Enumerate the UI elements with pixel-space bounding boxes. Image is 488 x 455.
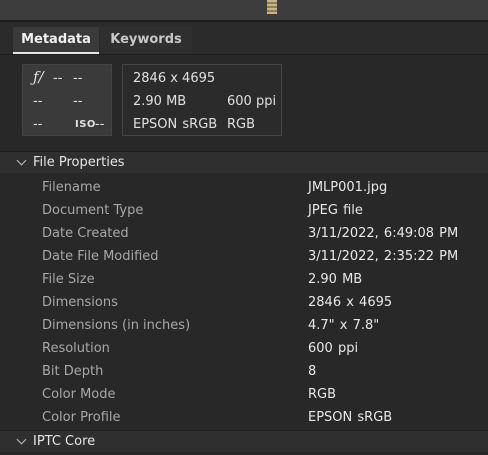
property-row-dimensions: Dimensions 2846 x 4695 (0, 291, 488, 314)
property-row-document-type: Document Type JPEG file (0, 199, 488, 222)
property-label: Dimensions (in inches) (42, 318, 191, 333)
property-row-dimensions-inches: Dimensions (in inches) 4.7" x 7.8" (0, 314, 488, 337)
panel-tab-bar: Metadata Keywords (0, 22, 488, 55)
camera-data-box: ƒ/ -- -- -- -- -- ISO -- (22, 64, 112, 136)
property-label: Date File Modified (42, 249, 159, 264)
focal-length-value: -- (73, 94, 83, 109)
property-row-color-profile: Color Profile EPSON sRGB (0, 406, 488, 429)
property-row-date-created: Date Created 3/11/2022, 6:49:08 PM (0, 222, 488, 245)
property-value[interactable]: EPSON sRGB (308, 409, 392, 426)
summary-color-profile: EPSON sRGB (133, 117, 218, 132)
property-value[interactable]: 2846 x 4695 (308, 294, 392, 311)
section-title: IPTC Core (33, 434, 96, 449)
metadata-panel: Metadata Keywords ƒ/ -- -- -- -- -- ISO … (0, 0, 488, 455)
property-value[interactable]: 600 ppi (308, 340, 358, 357)
summary-color-mode: RGB (227, 117, 256, 132)
shutter-value: -- (73, 71, 83, 86)
property-row-filename: Filename JMLP001.jpg (0, 176, 488, 199)
section-title: File Properties (33, 155, 125, 170)
property-label: Date Created (42, 226, 129, 241)
exposure-bias-value: -- (33, 94, 43, 109)
iso-value: -- (95, 117, 105, 132)
property-label: Color Profile (42, 410, 121, 425)
property-value[interactable]: RGB (308, 386, 336, 403)
property-label: Color Mode (42, 387, 116, 402)
white-balance-value: -- (33, 117, 43, 132)
iso-icon: ISO (75, 119, 96, 130)
property-label: Dimensions (42, 295, 118, 310)
tab-keywords[interactable]: Keywords (100, 27, 192, 54)
property-value[interactable]: 2.90 MB (308, 271, 362, 288)
property-row-color-mode: Color Mode RGB (0, 383, 488, 406)
property-row-file-size: File Size 2.90 MB (0, 268, 488, 291)
summary-dimensions: 2846 x 4695 (133, 71, 216, 86)
property-value[interactable]: 3/11/2022, 6:49:08 PM (308, 225, 458, 242)
property-value[interactable]: JPEG file (308, 202, 363, 219)
file-summary-box: 2846 x 4695 2.90 MB 600 ppi EPSON sRGB R… (122, 64, 282, 136)
property-label: Filename (42, 180, 101, 195)
filmstrip-strip (0, 0, 488, 20)
summary-file-size: 2.90 MB (133, 94, 187, 109)
thumbnail[interactable] (267, 0, 277, 14)
property-row-date-file-modified: Date File Modified 3/11/2022, 2:35:22 PM (0, 245, 488, 268)
property-label: Document Type (42, 203, 144, 218)
property-value[interactable]: 3/11/2022, 2:35:22 PM (308, 248, 458, 265)
summary-resolution: 600 ppi (227, 94, 277, 109)
property-label: Bit Depth (42, 364, 104, 379)
property-value[interactable]: 4.7" x 7.8" (308, 317, 379, 334)
property-label: File Size (42, 272, 95, 287)
aperture-icon: ƒ/ (33, 68, 44, 86)
tab-metadata[interactable]: Metadata (13, 27, 99, 54)
property-row-bit-depth: Bit Depth 8 (0, 360, 488, 383)
fstop-value: -- (53, 71, 63, 86)
property-label: Resolution (42, 341, 110, 356)
chevron-down-icon (16, 434, 27, 445)
section-iptc-core[interactable]: IPTC Core (0, 430, 488, 452)
property-value[interactable]: JMLP001.jpg (308, 179, 387, 196)
chevron-down-icon (16, 155, 27, 166)
property-row-resolution: Resolution 600 ppi (0, 337, 488, 360)
property-value[interactable]: 8 (308, 363, 316, 380)
section-file-properties[interactable]: File Properties (0, 151, 488, 173)
